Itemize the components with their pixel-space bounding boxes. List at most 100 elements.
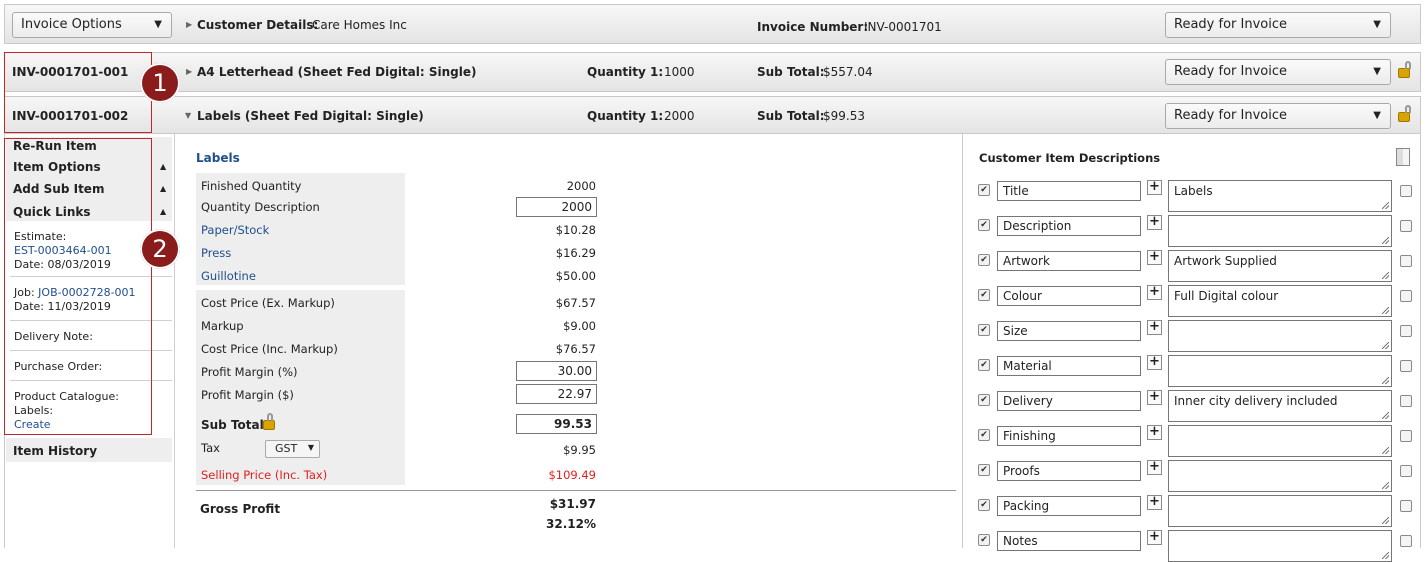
description-text-4[interactable]	[1168, 320, 1392, 352]
invoice-number-value: INV-0001701	[864, 20, 942, 34]
tax-label: Tax	[201, 441, 220, 455]
description-select-checkbox[interactable]	[1400, 535, 1412, 547]
markup-label: Markup	[201, 319, 244, 333]
add-field-button[interactable]: +	[1147, 390, 1162, 405]
item-history-link[interactable]: Item History	[13, 444, 97, 458]
lock-open-icon[interactable]	[1398, 61, 1411, 78]
description-include-checkbox[interactable]: ✔	[978, 219, 990, 231]
description-select-checkbox[interactable]	[1400, 395, 1412, 407]
add-field-button[interactable]: +	[1147, 460, 1162, 475]
description-include-checkbox[interactable]: ✔	[978, 464, 990, 476]
add-field-button[interactable]: +	[1147, 250, 1162, 265]
description-field-7[interactable]: Finishing	[997, 426, 1141, 446]
description-include-checkbox[interactable]: ✔	[978, 499, 990, 511]
invoice-number-label: Invoice Number:	[757, 20, 869, 34]
item-qty-1: 1000	[664, 65, 695, 79]
description-include-checkbox[interactable]: ✔	[978, 359, 990, 371]
collapse-up-icon[interactable]: ▲	[160, 207, 166, 216]
description-text-8[interactable]	[1168, 460, 1392, 492]
description-include-checkbox[interactable]: ✔	[978, 254, 990, 266]
add-field-button[interactable]: +	[1147, 285, 1162, 300]
press-link[interactable]: Press	[201, 246, 231, 260]
description-text-3[interactable]: Full Digital colour	[1168, 285, 1392, 317]
description-field-1[interactable]: Description	[997, 216, 1141, 236]
expand-right-icon[interactable]: ▶	[186, 20, 192, 29]
description-include-checkbox[interactable]: ✔	[978, 394, 990, 406]
add-field-button[interactable]: +	[1147, 425, 1162, 440]
invoice-options-select[interactable]: Invoice Options ▼	[12, 12, 172, 38]
cost-inc-markup-value: $76.57	[555, 342, 596, 356]
item-qty-label-2: Quantity 1:	[587, 109, 664, 123]
description-text-1[interactable]	[1168, 215, 1392, 247]
item-subtotal-label-1: Sub Total:	[757, 65, 825, 79]
guillotine-link[interactable]: Guillotine	[201, 269, 256, 283]
description-select-checkbox[interactable]	[1400, 185, 1412, 197]
description-include-checkbox[interactable]: ✔	[978, 324, 990, 336]
description-select-checkbox[interactable]	[1400, 255, 1412, 267]
add-field-button[interactable]: +	[1147, 180, 1162, 195]
description-text-6[interactable]: Inner city delivery included	[1168, 390, 1392, 422]
column-settings-icon[interactable]	[1396, 148, 1410, 166]
description-text-10[interactable]	[1168, 530, 1392, 562]
description-field-2[interactable]: Artwork	[997, 251, 1141, 271]
finished-quantity-label: Finished Quantity	[201, 179, 302, 193]
description-text-9[interactable]	[1168, 495, 1392, 527]
subtotal-input[interactable]: 99.53	[516, 414, 597, 434]
descriptions-title: Customer Item Descriptions	[979, 151, 1161, 165]
sidebar-divider	[174, 134, 175, 548]
add-field-button[interactable]: +	[1147, 355, 1162, 370]
description-field-5[interactable]: Material	[997, 356, 1141, 376]
description-field-10[interactable]: Notes	[997, 531, 1141, 551]
collapse-up-icon[interactable]: ▲	[160, 184, 166, 193]
invoice-status-select[interactable]: Ready for Invoice ▼	[1165, 12, 1391, 38]
description-select-checkbox[interactable]	[1400, 360, 1412, 372]
quantity-description-input[interactable]: 2000	[516, 197, 597, 217]
item-title-1[interactable]: A4 Letterhead (Sheet Fed Digital: Single…	[197, 65, 476, 79]
press-value: $16.29	[555, 246, 596, 260]
description-select-checkbox[interactable]	[1400, 220, 1412, 232]
description-select-checkbox[interactable]	[1400, 500, 1412, 512]
collapse-up-icon[interactable]: ▲	[160, 162, 166, 171]
item-status-select-1[interactable]: Ready for Invoice ▼	[1165, 59, 1391, 85]
gross-profit-label: Gross Profit	[200, 502, 281, 516]
cost-ex-markup-value: $67.57	[555, 296, 596, 310]
cost-ex-markup-label: Cost Price (Ex. Markup)	[201, 296, 335, 310]
paper-stock-link[interactable]: Paper/Stock	[201, 223, 269, 237]
description-field-8[interactable]: Proofs	[997, 461, 1141, 481]
add-field-button[interactable]: +	[1147, 495, 1162, 510]
description-field-4[interactable]: Size	[997, 321, 1141, 341]
item-title-2[interactable]: Labels (Sheet Fed Digital: Single)	[197, 109, 424, 123]
description-text-5[interactable]	[1168, 355, 1392, 387]
description-text-0[interactable]: Labels	[1168, 180, 1392, 212]
quantity-description-label: Quantity Description	[201, 200, 320, 214]
item-status-select-2[interactable]: Ready for Invoice ▼	[1165, 103, 1391, 129]
description-text-7[interactable]	[1168, 425, 1392, 457]
tax-select-value: GST	[275, 442, 298, 455]
description-text-2[interactable]: Artwork Supplied	[1168, 250, 1392, 282]
guillotine-value: $50.00	[555, 269, 596, 283]
expand-right-icon[interactable]: ▶	[186, 67, 192, 76]
description-field-6[interactable]: Delivery	[997, 391, 1141, 411]
description-select-checkbox[interactable]	[1400, 325, 1412, 337]
description-field-0[interactable]: Title	[997, 181, 1141, 201]
description-include-checkbox[interactable]: ✔	[978, 429, 990, 441]
callout-badge-2: 2	[140, 229, 180, 269]
description-field-9[interactable]: Packing	[997, 496, 1141, 516]
add-field-button[interactable]: +	[1147, 320, 1162, 335]
gross-profit-pct: 32.12%	[546, 517, 596, 531]
description-select-checkbox[interactable]	[1400, 465, 1412, 477]
lock-open-icon[interactable]	[1398, 105, 1411, 122]
description-field-3[interactable]: Colour	[997, 286, 1141, 306]
description-include-checkbox[interactable]: ✔	[978, 289, 990, 301]
description-select-checkbox[interactable]	[1400, 430, 1412, 442]
expand-down-icon[interactable]: ▼	[185, 111, 191, 120]
lock-icon[interactable]	[263, 413, 275, 430]
tax-select[interactable]: GST ▼	[265, 440, 320, 458]
description-include-checkbox[interactable]: ✔	[978, 184, 990, 196]
profit-margin-dollar-input[interactable]: 22.97	[516, 384, 597, 404]
description-include-checkbox[interactable]: ✔	[978, 534, 990, 546]
description-select-checkbox[interactable]	[1400, 290, 1412, 302]
profit-margin-pct-input[interactable]: 30.00	[516, 361, 597, 381]
add-field-button[interactable]: +	[1147, 530, 1162, 545]
add-field-button[interactable]: +	[1147, 215, 1162, 230]
